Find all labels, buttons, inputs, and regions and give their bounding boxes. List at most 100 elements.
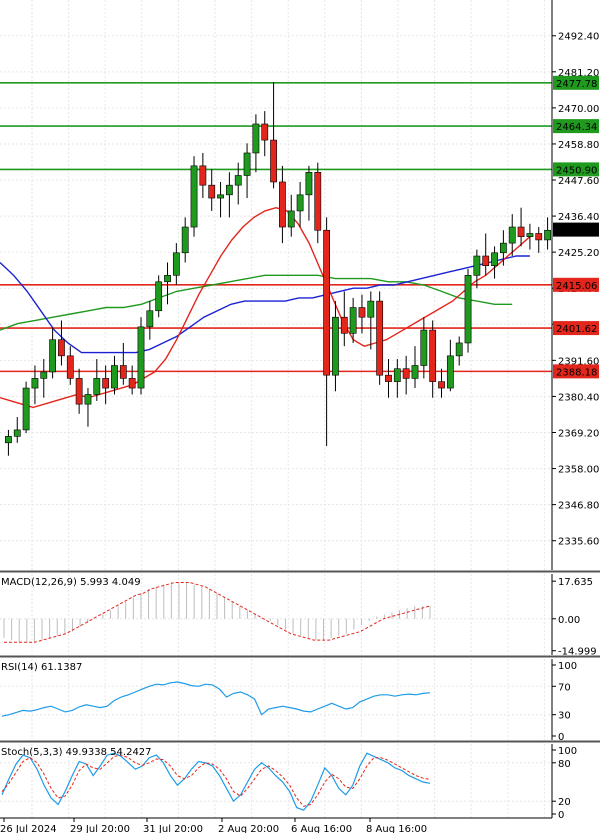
candle-body [499, 242, 507, 254]
level-label: 2388.18 [556, 367, 597, 378]
candle-body [155, 281, 163, 312]
stoch-tick-label: 0 [558, 810, 564, 821]
candle-body [40, 371, 48, 379]
candle-body [111, 365, 118, 389]
candle-body [535, 233, 543, 241]
candle-body [261, 123, 269, 141]
candle-body [385, 374, 392, 382]
candle-body [225, 184, 233, 196]
candle-body [305, 171, 313, 196]
candle-body [446, 355, 454, 389]
candle-body [279, 181, 286, 228]
candle-body [323, 229, 331, 376]
candle-body [482, 255, 490, 266]
y-tick-label: 2492.40 [558, 32, 599, 43]
candle-body [332, 316, 339, 376]
rsi-label: RSI(14) 61.1387 [1, 662, 82, 673]
y-tick-label: 2436.40 [558, 212, 599, 223]
candle-body [252, 123, 260, 154]
candle-body [296, 194, 304, 212]
candle-body [455, 342, 463, 357]
candle-body [420, 329, 428, 366]
rsi-line [1, 681, 431, 717]
x-tick-label: 29 Jul 20:00 [70, 824, 130, 833]
x-tick-label: 8 Aug 16:00 [366, 824, 427, 833]
candle-body [128, 378, 136, 389]
candle-body [217, 194, 224, 199]
candle-body [199, 165, 207, 186]
candle-body [146, 310, 154, 328]
candle-body [164, 275, 171, 283]
y-tick-label: 2470.00 [558, 104, 599, 115]
candle-body [22, 387, 30, 431]
candle-body [13, 429, 21, 437]
x-tick-label: 26 Jul 2024 [0, 824, 57, 833]
level-label: 2464.34 [556, 122, 597, 133]
y-tick-label: 2346.80 [558, 501, 599, 512]
macd-label: MACD(12,26,9) 5.993 4.049 [1, 577, 141, 588]
candle-body [66, 355, 74, 379]
candle-body [526, 233, 534, 237]
candle-body [393, 368, 401, 382]
y-tick-label: 2369.20 [558, 428, 599, 439]
candle-body [75, 378, 83, 405]
candle-body [243, 152, 251, 176]
candle-body [119, 365, 127, 379]
candle-body [190, 165, 198, 228]
candle-body [358, 307, 366, 318]
macd-tick-label: 0.00 [558, 615, 580, 626]
y-tick-label: 2335.60 [558, 537, 599, 548]
candle-body [102, 378, 110, 389]
main-price-panel: 2492.402481.202470.002458.802447.602436.… [0, 0, 600, 573]
candle-body [137, 326, 145, 389]
y-tick-label: 2358.00 [558, 465, 599, 476]
candle-body [544, 229, 551, 241]
candle-body [31, 378, 39, 389]
level-label: 2450.90 [556, 165, 597, 176]
candle-body [270, 139, 277, 183]
y-tick-label: 2458.80 [558, 140, 599, 151]
x-axis: 26 Jul 2024 29 Jul 20:00 31 Jul 20:00 2 Aug… [0, 818, 427, 833]
chart-svg: 2492.402481.202470.002458.802447.602436.… [0, 0, 600, 833]
candle-body [491, 252, 498, 266]
level-label: 2477.78 [556, 79, 597, 90]
candle-body [208, 184, 216, 199]
level-label: 2401.62 [556, 324, 597, 335]
candle-body [429, 329, 437, 382]
candle-body [376, 300, 384, 376]
candle-body [340, 316, 348, 334]
macd-tick-label: 17.635 [558, 577, 593, 588]
candle-body [367, 300, 375, 318]
stoch-tick-label: 80 [558, 759, 571, 770]
stoch-tick-label: 100 [558, 746, 577, 757]
candle-body [411, 365, 419, 379]
candle-body [5, 436, 12, 444]
candle-body [287, 210, 295, 228]
x-tick-label: 6 Aug 16:00 [291, 824, 352, 833]
last-price-label: 2432.20 [556, 226, 597, 237]
candle-body [181, 226, 189, 254]
y-tick-label: 2447.60 [558, 176, 599, 187]
rsi-panel: 10070300RSI(14) 61.1387 [0, 659, 600, 743]
candle-body [314, 171, 322, 231]
candle-body [464, 275, 472, 344]
macd-panel: 17.6350.00-14.999MACD(12,26,9) 5.993 4.0… [0, 574, 600, 658]
candle-body [402, 368, 410, 379]
candle-body [49, 339, 57, 373]
candle-body [508, 226, 516, 244]
candle-body [349, 307, 357, 334]
x-tick-label: 31 Jul 20:00 [143, 824, 203, 833]
stoch-label: Stoch(5,3,3) 49.9338 54.2427 [1, 747, 152, 758]
x-tick-label: 2 Aug 20:00 [218, 824, 279, 833]
level-label: 2415.06 [556, 281, 597, 292]
candle-body [58, 339, 65, 357]
stoch-panel: 100 80 20 0 Stoch(5,3,3) 49.9338 54.2427 [0, 744, 577, 821]
candle-body [93, 378, 101, 395]
candle-body [438, 381, 445, 389]
candle-body [84, 394, 92, 405]
y-tick-label: 2425.20 [558, 248, 599, 259]
rsi-tick-label: 30 [558, 711, 571, 722]
candle-body [172, 252, 180, 276]
stoch-tick-label: 20 [558, 797, 571, 808]
rsi-tick-label: 70 [558, 682, 571, 693]
